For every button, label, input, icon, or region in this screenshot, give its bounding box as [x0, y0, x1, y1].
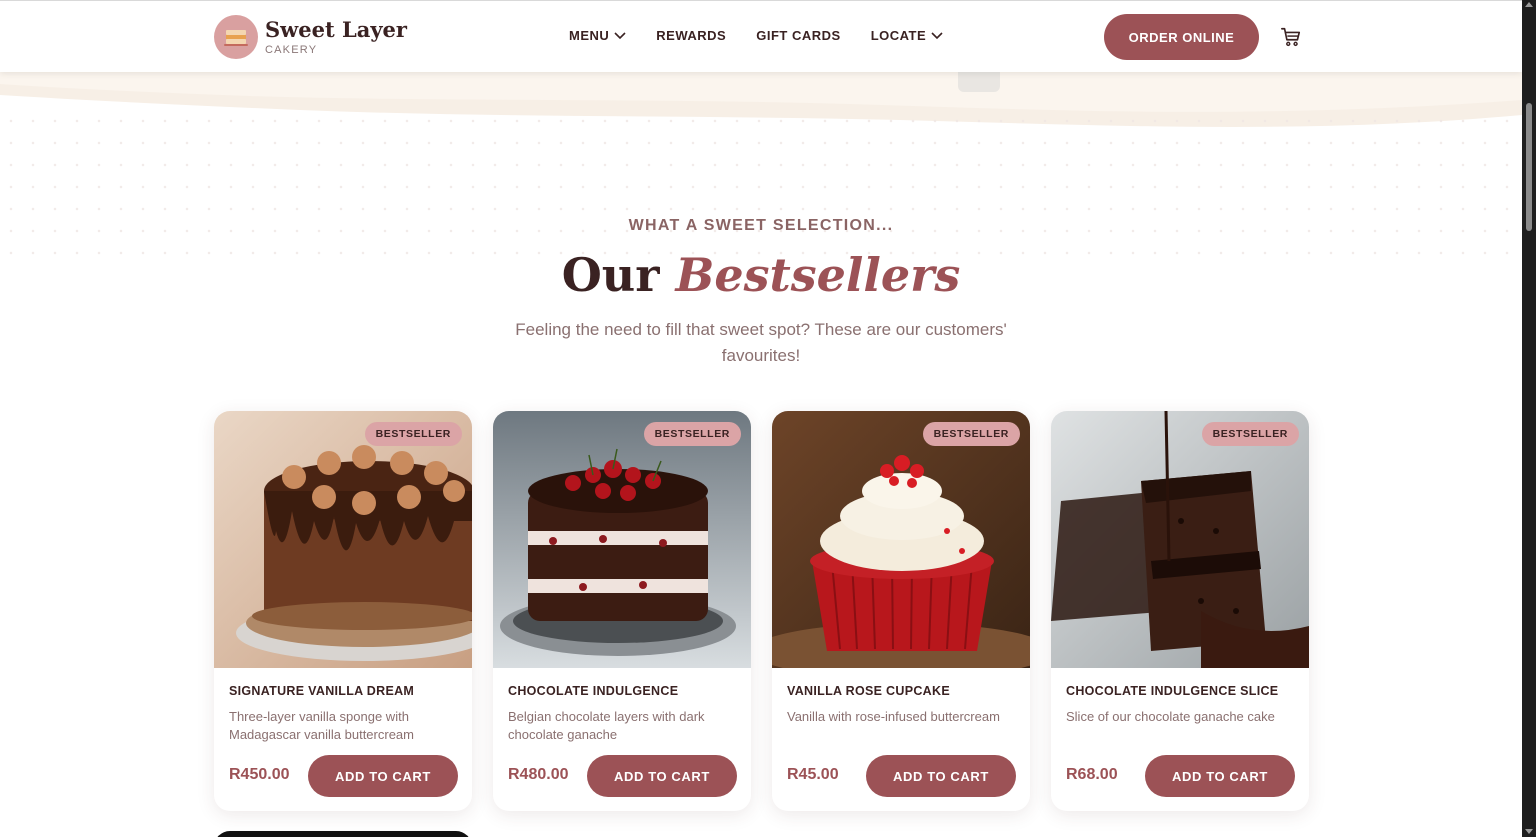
brand-name: Sweet Layer — [265, 17, 407, 42]
chevron-down-icon — [614, 31, 626, 39]
product-description: Slice of our chocolate ganache cake — [1066, 709, 1275, 724]
bestseller-badge: BESTSELLER — [643, 422, 741, 446]
page-viewport: Sweet Layer CAKERY MENU REWARDS GIFT CAR… — [0, 0, 1522, 837]
product-image-chocolate-slice[interactable] — [1051, 411, 1309, 668]
product-name[interactable]: VANILLA ROSE CUPCAKE — [787, 684, 950, 698]
main-nav: MENU REWARDS GIFT CARDS LOCATE — [569, 28, 973, 43]
product-price: R450.00 — [229, 766, 290, 783]
product-image-vanilla-dream[interactable] — [214, 411, 472, 668]
product-card[interactable]: BESTSELLER CHOCOLATE INDULGENCE SLICE Sl… — [1051, 411, 1309, 811]
product-price: R480.00 — [508, 766, 569, 783]
next-row-card-edge — [214, 831, 472, 837]
product-image-chocolate-indulgence[interactable] — [493, 411, 751, 668]
add-to-cart-button[interactable]: ADD TO CART — [308, 755, 458, 797]
section-title-accent: Bestsellers — [675, 248, 961, 302]
cake-logo-icon — [214, 15, 258, 59]
nav-item-label: LOCATE — [870, 28, 927, 43]
product-description: Belgian chocolate layers with dark choco… — [508, 709, 705, 742]
bestseller-badge: BESTSELLER — [922, 422, 1020, 446]
product-description: Three-layer vanilla sponge with Madagasc… — [229, 709, 414, 742]
product-card[interactable]: BESTSELLER CHOCOLATE INDULGENCE Belgian … — [493, 411, 751, 811]
add-to-cart-button[interactable]: ADD TO CART — [866, 755, 1016, 797]
add-to-cart-button[interactable]: ADD TO CART — [587, 755, 737, 797]
product-price: R45.00 — [787, 766, 839, 783]
brand-logo[interactable]: Sweet Layer CAKERY — [214, 15, 407, 59]
section-subtitle: Feeling the need to fill that sweet spot… — [515, 320, 1007, 365]
section-eyebrow: WHAT A SWEET SELECTION... — [628, 217, 894, 234]
scroll-down-arrow-icon[interactable] — [1525, 829, 1533, 834]
scrollbar-thumb[interactable] — [1526, 103, 1532, 231]
brand-subtitle: CAKERY — [265, 44, 318, 56]
dot-pattern-background — [0, 110, 1522, 270]
product-name[interactable]: SIGNATURE VANILLA DREAM — [229, 684, 414, 698]
nav-item-label: MENU — [569, 28, 610, 43]
page-scrollbar[interactable] — [1522, 0, 1536, 837]
product-card[interactable]: BESTSELLER VANILLA ROSE CUPCAKE Vanilla … — [772, 411, 1030, 811]
nav-item-label: GIFT CARDS — [756, 28, 841, 43]
chevron-down-icon — [931, 31, 943, 39]
nav-item-menu[interactable]: MENU — [569, 28, 626, 43]
nav-item-gift-cards[interactable]: GIFT CARDS — [756, 28, 840, 43]
nav-item-locate[interactable]: LOCATE — [871, 28, 943, 43]
product-description: Vanilla with rose-infused buttercream — [787, 709, 1000, 724]
order-online-button[interactable]: ORDER ONLINE — [1104, 14, 1259, 60]
nav-item-rewards[interactable]: REWARDS — [656, 28, 726, 43]
product-price: R68.00 — [1066, 766, 1118, 783]
scroll-up-arrow-icon[interactable] — [1525, 2, 1533, 7]
section-title: Our Bestsellers — [0, 248, 1522, 302]
bestseller-badge: BESTSELLER — [364, 422, 462, 446]
section-title-plain: Our — [561, 248, 660, 302]
nav-item-label: REWARDS — [656, 28, 727, 43]
product-name[interactable]: CHOCOLATE INDULGENCE — [508, 684, 678, 698]
product-image-vanilla-rose-cupcake[interactable] — [772, 411, 1030, 668]
site-header: Sweet Layer CAKERY MENU REWARDS GIFT CAR… — [0, 0, 1522, 72]
product-card[interactable]: BESTSELLER SIGNATURE VANILLA DREAM Three… — [214, 411, 472, 811]
add-to-cart-button[interactable]: ADD TO CART — [1145, 755, 1295, 797]
cart-icon[interactable] — [1280, 26, 1302, 48]
product-name[interactable]: CHOCOLATE INDULGENCE SLICE — [1066, 684, 1278, 698]
bestseller-badge: BESTSELLER — [1201, 422, 1299, 446]
